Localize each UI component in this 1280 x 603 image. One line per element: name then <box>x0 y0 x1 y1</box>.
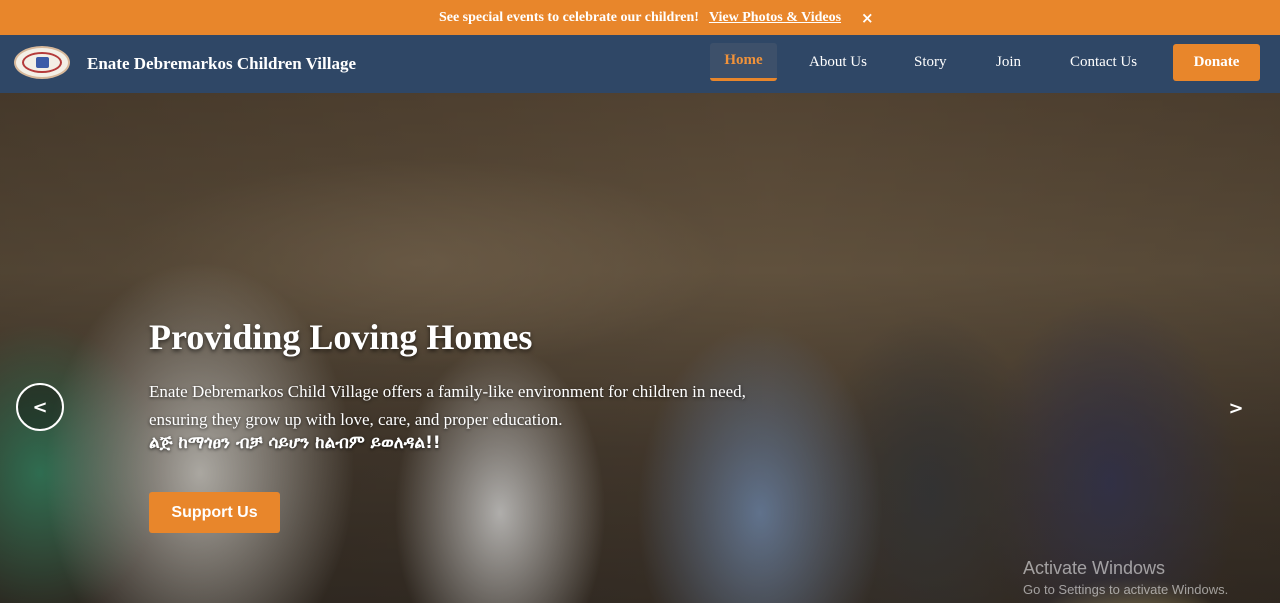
watermark-title: Activate Windows <box>1023 558 1166 578</box>
hero-description: Enate Debremarkos Child Village offers a… <box>149 382 746 429</box>
hero-amharic-text: ልጅ ከማጎፀን ብቻ ሳይሆን ከልብም ይወለዳል!! <box>149 433 441 453</box>
watermark-subtitle: Go to Settings to activate Windows. <box>1023 582 1229 597</box>
carousel-next-icon[interactable]: > <box>1222 393 1250 423</box>
nav-story[interactable]: Story <box>914 54 947 71</box>
hero-title: Providing Loving Homes <box>149 317 533 357</box>
announcement-text: See special events to celebrate our chil… <box>438 9 699 25</box>
nav-about-us[interactable]: About Us <box>809 54 867 71</box>
donate-button[interactable]: Donate <box>1173 44 1260 81</box>
logo[interactable] <box>14 46 70 79</box>
navbar: Enate Debremarkos Children Village Home … <box>0 35 1280 93</box>
windows-watermark: Activate Windows Go to Settings to activ… <box>1023 558 1228 597</box>
carousel-prev-icon[interactable]: < <box>16 383 64 431</box>
close-icon[interactable]: × <box>861 9 874 27</box>
hero-carousel: Providing Loving Homes Enate Debremarkos… <box>0 93 1280 603</box>
brand-name[interactable]: Enate Debremarkos Children Village <box>87 54 356 74</box>
announcement-bar: See special events to celebrate our chil… <box>0 0 1280 35</box>
logo-emblem <box>36 57 49 68</box>
nav-contact-us[interactable]: Contact Us <box>1070 54 1137 71</box>
nav-home[interactable]: Home <box>710 43 777 81</box>
support-us-button[interactable]: Support Us <box>149 492 280 533</box>
nav-join[interactable]: Join <box>996 54 1021 71</box>
view-photos-link[interactable]: View Photos & Videos <box>709 10 841 26</box>
